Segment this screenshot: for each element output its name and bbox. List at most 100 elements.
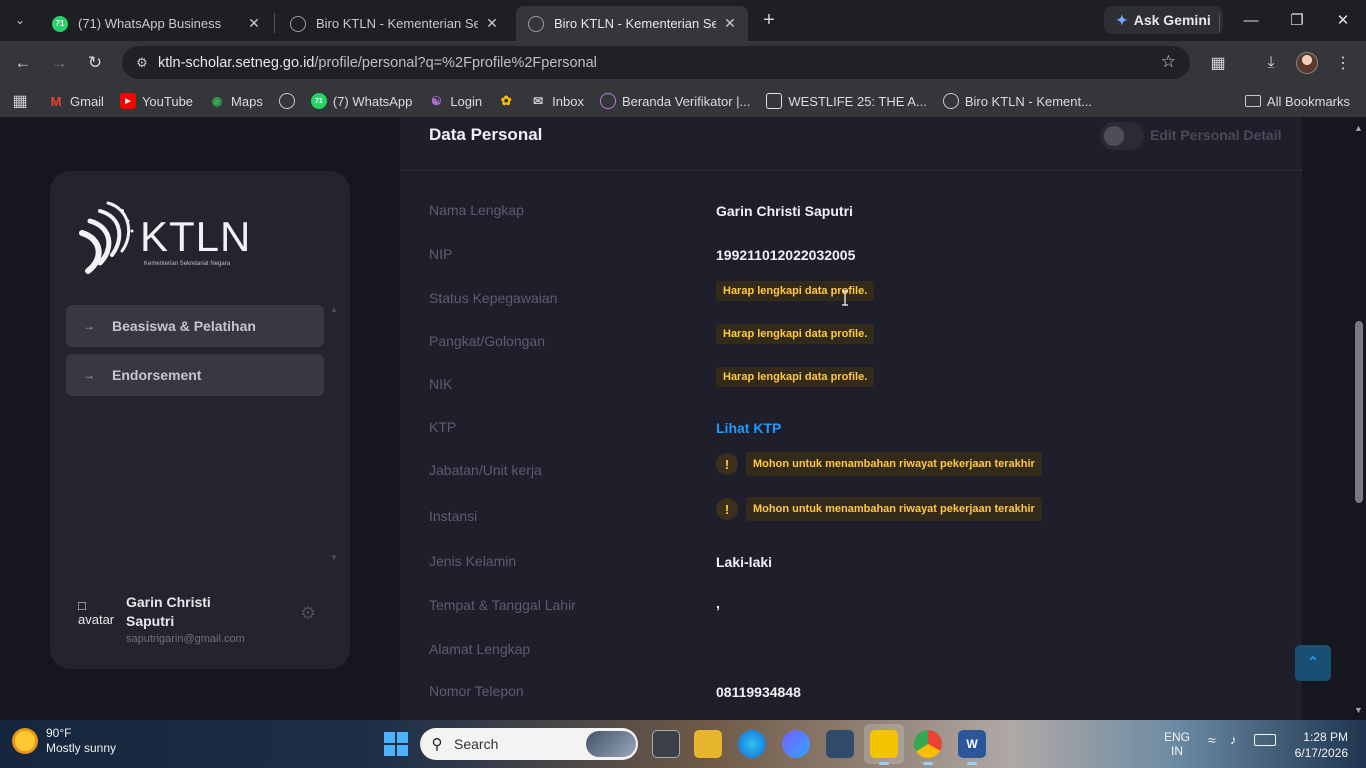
address-bar[interactable]: ⚙ ktln-scholar.setneg.go.id/profile/pers… (122, 46, 1190, 79)
wifi-icon[interactable]: ≈ (1208, 732, 1216, 748)
profile-avatar[interactable] (1296, 52, 1318, 74)
tab-title: Biro KTLN - Kementerian Sekretariat Nega… (316, 16, 478, 31)
label-ktp: KTP (429, 419, 457, 435)
page-title: Data Personal (429, 125, 543, 144)
tab-biro-ktln-1[interactable]: Biro KTLN - Kementerian Sekretariat Nega… (278, 6, 510, 41)
edge-browser-icon[interactable] (738, 730, 766, 758)
bookmark-biro-ktln[interactable]: Biro KTLN - Kement... (935, 87, 1100, 115)
chrome-icon[interactable] (914, 730, 942, 765)
avatar-alt-text: avatar (78, 612, 115, 627)
system-clock[interactable]: 1:28 PM 6/17/2026 (1288, 729, 1348, 761)
bookmark-label: Gmail (70, 93, 104, 109)
edit-personal-toggle[interactable] (1100, 122, 1144, 150)
warning-badge-pangkat: Harap lengkapi data profile. (716, 324, 875, 344)
bookmark-inbox[interactable]: ✉ Inbox (522, 87, 592, 115)
bookmark-label: YouTube (141, 93, 194, 109)
camera-icon[interactable] (826, 730, 854, 758)
forward-arrow-icon[interactable]: → (45, 49, 73, 77)
bookmark-youtube[interactable]: ▶ YouTube (112, 87, 201, 115)
site-settings-icon[interactable]: ⚙ (126, 55, 158, 71)
close-icon[interactable]: ✕ (722, 15, 738, 32)
value-nip: 199211012022032005 (716, 247, 856, 263)
bookmark-label: Biro KTLN - Kement... (964, 93, 1092, 109)
tab-title: (71) WhatsApp Business (78, 16, 222, 31)
browser-toolbar: ← → ↻ ⚙ ktln-scholar.setneg.go.id/profil… (0, 41, 1366, 85)
label-jabatan-unit-kerja: Jabatan/Unit kerja (429, 462, 542, 478)
scroll-down-icon[interactable]: ▼ (330, 553, 338, 562)
bookmark-gmail[interactable]: M Gmail (40, 87, 112, 115)
tab-whatsapp[interactable]: 71 (71) WhatsApp Business ✕ (40, 6, 272, 41)
ask-gemini-button[interactable]: ✦ Ask Gemini (1104, 6, 1223, 34)
bookmark-maps[interactable]: ◉ Maps (201, 87, 271, 115)
menu-item-beasiswa-pelatihan[interactable]: → Beasiswa & Pelatihan (66, 305, 324, 347)
bookmark-label: Beranda Verifikator |... (621, 93, 751, 109)
language-indicator[interactable]: ENG IN (1164, 730, 1190, 758)
clock-date: 6/17/2026 (1294, 746, 1348, 760)
menu-item-endorsement[interactable]: → Endorsement (66, 354, 324, 396)
restore-icon[interactable]: ❐ (1274, 6, 1320, 34)
logo-subtitle: Kementerian Sekretariat Negara (144, 261, 231, 267)
all-bookmarks-button[interactable]: All Bookmarks (1237, 87, 1358, 115)
volume-icon[interactable]: ♪ (1230, 732, 1237, 747)
url-text: ktln-scholar.setneg.go.id/profile/person… (158, 54, 597, 71)
file-explorer-icon[interactable] (694, 730, 722, 758)
bookmark-pinwheel[interactable]: ✿ (490, 87, 522, 115)
bookmark-westlife[interactable]: WESTLIFE 25: THE A... (758, 87, 934, 115)
lang-bottom: IN (1171, 744, 1183, 758)
alert-jabatan-text: Mohon untuk menambahan riwayat pekerjaan… (746, 452, 1042, 476)
apps-grid-icon[interactable]: ▦ (0, 87, 40, 115)
label-nik: NIK (429, 376, 453, 392)
label-jenis-kelamin: Jenis Kelamin (429, 553, 517, 569)
arrow-right-icon: → (83, 368, 95, 382)
word-icon[interactable]: W (958, 730, 986, 765)
windows-start-icon[interactable] (384, 732, 408, 756)
settings-gear-icon[interactable]: ⚙ (300, 603, 316, 624)
tab-title: Biro KTLN - Kementerian Sekretariat Nega… (554, 16, 716, 31)
bookmark-login[interactable]: ☯ Login (420, 87, 490, 115)
copilot-icon[interactable] (782, 730, 810, 758)
sticky-notes-icon[interactable] (870, 730, 898, 765)
lihat-ktp-link[interactable]: Lihat KTP (716, 420, 781, 436)
more-vert-icon[interactable]: ⋮ (1329, 49, 1357, 77)
reload-icon[interactable]: ↻ (81, 49, 109, 77)
scrollbar-thumb[interactable] (1355, 321, 1363, 503)
scroll-to-top-button[interactable]: ⌃ (1295, 645, 1331, 681)
arrow-right-icon: → (83, 319, 95, 333)
scroll-up-icon[interactable]: ▲ (330, 305, 338, 314)
warning-badge-nik: Harap lengkapi data profile. (716, 367, 875, 387)
logo-text: KTLN (140, 213, 252, 260)
exclamation-icon: ! (716, 453, 738, 475)
minimize-icon[interactable]: — (1228, 6, 1274, 34)
battery-icon[interactable] (1254, 734, 1276, 746)
scroll-up-arrow-icon[interactable]: ▲ (1354, 123, 1363, 133)
close-icon[interactable]: ✕ (246, 15, 262, 32)
tab-biro-ktln-2-active[interactable]: Biro KTLN - Kementerian Sekretariat Nega… (516, 6, 748, 41)
label-nama-lengkap: Nama Lengkap (429, 202, 524, 218)
avatar[interactable]: □ avatar (78, 599, 118, 631)
ktln-logo: KTLN Kementerian Sekretariat Negara (78, 199, 252, 279)
task-view-icon[interactable] (652, 730, 680, 758)
close-icon[interactable]: ✕ (484, 15, 500, 32)
bookmark-whatsapp[interactable]: 71 (7) WhatsApp (303, 87, 420, 115)
tab-search-chevron-icon[interactable]: ⌄ (8, 8, 32, 32)
new-tab-button[interactable]: + (758, 9, 780, 31)
taskbar-search[interactable]: ⚲ Search (420, 728, 638, 760)
page-scrollbar[interactable]: ▲ ▼ (1352, 117, 1366, 720)
all-bookmarks-label: All Bookmarks (1266, 93, 1350, 109)
bookmarks-bar: ▦ M Gmail ▶ YouTube ◉ Maps 71 (7) WhatsA… (0, 85, 1366, 117)
search-highlight-image (586, 731, 636, 757)
bookmark-globe[interactable] (271, 87, 303, 115)
download-icon[interactable]: ⤓ (1257, 49, 1285, 77)
weather-widget[interactable]: 90°F Mostly sunny (12, 726, 116, 756)
window-close-icon[interactable]: ✕ (1320, 6, 1366, 34)
scroll-down-arrow-icon[interactable]: ▼ (1354, 705, 1363, 715)
extensions-puzzle-icon[interactable]: ▦ (1204, 49, 1232, 77)
label-nip: NIP (429, 246, 453, 262)
login-icon: ☯ (430, 94, 442, 108)
back-arrow-icon[interactable]: ← (9, 49, 37, 77)
gemini-sparkle-icon: ✦ (1116, 11, 1128, 28)
user-card: □ avatar Garin Christi Saputri saputriga… (78, 591, 328, 645)
bookmark-star-icon[interactable]: ☆ (1161, 52, 1176, 72)
lang-top: ENG (1164, 730, 1191, 744)
bookmark-beranda-verifikator[interactable]: Beranda Verifikator |... (592, 87, 758, 115)
